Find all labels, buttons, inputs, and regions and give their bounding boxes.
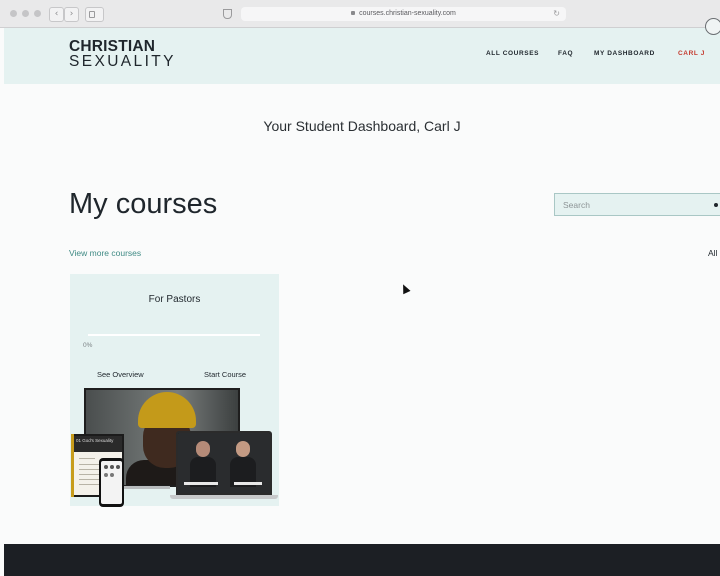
see-overview-link[interactable]: See Overview (97, 370, 144, 379)
lock-icon (351, 11, 356, 15)
view-more-courses-link[interactable]: View more courses (69, 248, 141, 258)
search-icon[interactable] (714, 203, 718, 207)
workbook-heading: 01 God's Sexuality (73, 436, 122, 452)
course-filter[interactable]: All (708, 248, 717, 258)
url-text: courses.christian-sexuality.com (359, 10, 456, 17)
reload-icon[interactable]: ↻ (553, 7, 560, 21)
browser-toolbar: ‹ › courses.christian-sexuality.com ↻ (0, 0, 720, 28)
nav-my-dashboard[interactable]: MY DASHBOARD (594, 50, 655, 57)
progress-bar (88, 334, 260, 336)
address-bar-url[interactable]: courses.christian-sexuality.com (241, 7, 566, 21)
site-footer (4, 544, 720, 576)
nav-user-menu[interactable]: CARL J (678, 50, 705, 57)
browser-window: ‹ › courses.christian-sexuality.com ↻ CH… (0, 0, 720, 576)
logo-line-2: SEXUALITY (69, 53, 176, 70)
course-title[interactable]: For Pastors (70, 294, 279, 305)
nav-faq[interactable]: FAQ (558, 50, 573, 57)
tv-stand (124, 486, 170, 489)
sidebar-toggle-icon[interactable] (85, 7, 104, 22)
progress-percent: 0% (83, 342, 93, 349)
search-field[interactable] (554, 193, 720, 216)
section-title: My courses (69, 188, 218, 220)
minimize-window-button[interactable] (22, 10, 29, 17)
close-window-button[interactable] (10, 10, 17, 17)
site-logo[interactable]: CHRISTIAN SEXUALITY (69, 38, 176, 70)
start-course-link[interactable]: Start Course (204, 370, 246, 379)
maximize-window-button[interactable] (34, 10, 41, 17)
back-arrow-icon[interactable]: ‹ (49, 7, 64, 22)
logo-line-1: CHRISTIAN (69, 38, 156, 55)
nav-all-courses[interactable]: ALL COURSES (486, 50, 539, 57)
forward-arrow-icon[interactable]: › (64, 7, 79, 22)
privacy-shield-icon[interactable] (223, 9, 232, 19)
mouse-cursor-icon (399, 282, 411, 295)
course-image-laptop (176, 431, 272, 495)
dashboard-title: Your Student Dashboard, Carl J (263, 118, 461, 134)
site-header: CHRISTIAN SEXUALITY ALL COURSES FAQ MY D… (4, 28, 720, 84)
search-input[interactable] (555, 194, 713, 215)
user-avatar[interactable] (705, 18, 720, 35)
address-bar[interactable]: courses.christian-sexuality.com ↻ (241, 7, 566, 21)
